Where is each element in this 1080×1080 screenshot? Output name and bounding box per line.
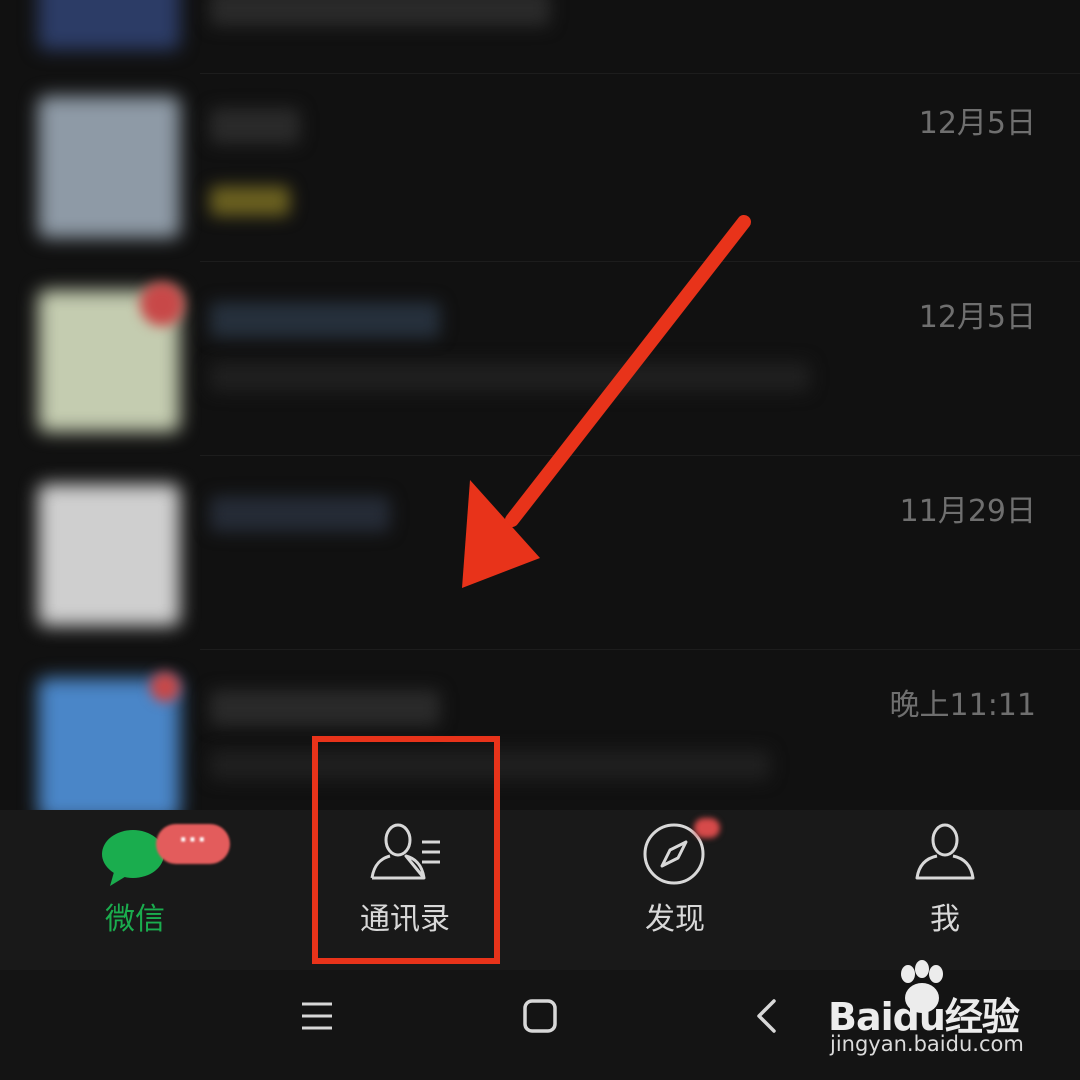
baidu-watermark: Baidu经验 jingyan.baidu.com	[828, 960, 1078, 1060]
annotation-arrow	[462, 215, 751, 588]
highlight-box	[312, 736, 500, 964]
watermark-url: jingyan.baidu.com	[830, 1032, 1024, 1056]
